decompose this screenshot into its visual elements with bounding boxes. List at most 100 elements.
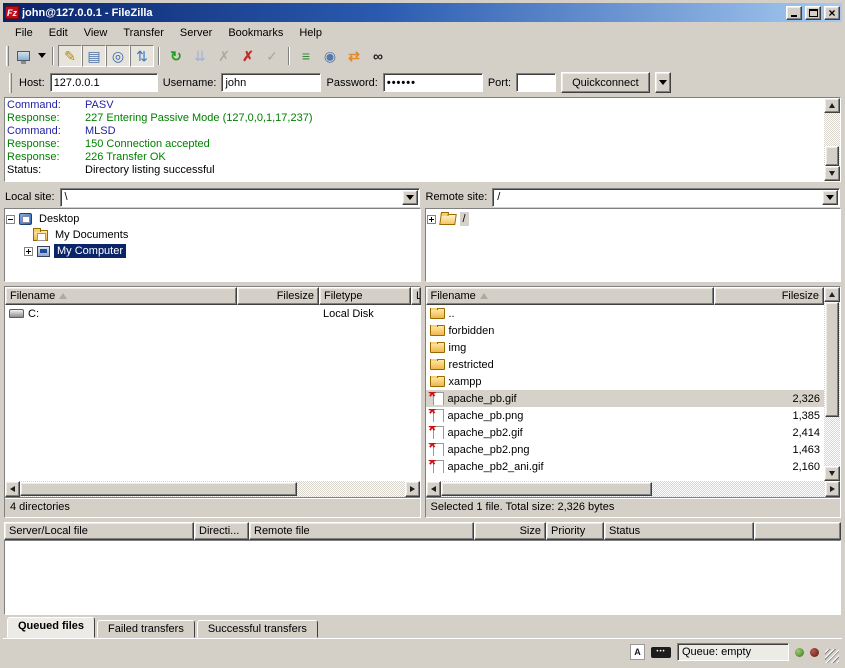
- tab-failed-transfers[interactable]: Failed transfers: [97, 620, 195, 638]
- refresh-button[interactable]: ↻: [164, 45, 188, 67]
- folder-icon: [430, 359, 445, 370]
- local-site-pane: Local site: \ Desktop My Documents: [4, 186, 421, 282]
- remote-row-forbidden[interactable]: forbidden: [426, 322, 825, 339]
- column-size[interactable]: Size: [474, 522, 546, 540]
- close-button[interactable]: ×: [824, 6, 840, 20]
- maximize-button[interactable]: [805, 6, 821, 20]
- password-input[interactable]: [383, 73, 483, 92]
- scroll-down-button[interactable]: [824, 466, 840, 481]
- reconnect-button[interactable]: ✓: [260, 45, 284, 67]
- close-icon: ×: [828, 8, 835, 18]
- local-site-path: \: [65, 191, 68, 203]
- scroll-down-button[interactable]: [824, 166, 840, 181]
- remote-row-xampp[interactable]: xampp: [426, 373, 825, 390]
- local-file-rows[interactable]: C: Local Disk: [5, 305, 420, 481]
- remote-status-text: Selected 1 file. Total size: 2,326 bytes: [426, 497, 841, 517]
- column-filesize[interactable]: Filesize: [714, 287, 825, 305]
- directory-filters-button[interactable]: ≡: [294, 45, 318, 67]
- transfer-type-icon[interactable]: A: [630, 644, 645, 660]
- menu-bookmarks[interactable]: Bookmarks: [220, 24, 291, 42]
- column-filetype[interactable]: Filetype: [319, 287, 411, 305]
- folder-icon: [430, 342, 445, 353]
- synchronized-browsing-button[interactable]: ⇄: [342, 45, 366, 67]
- toggle-message-log-button[interactable]: ✎: [58, 45, 82, 67]
- quickconnect-button[interactable]: Quickconnect: [561, 72, 650, 93]
- menu-edit[interactable]: Edit: [41, 24, 76, 42]
- minimize-button[interactable]: [786, 6, 802, 20]
- scroll-left-button[interactable]: [5, 481, 20, 497]
- message-log[interactable]: Command:PASV Response:227 Entering Passi…: [5, 98, 824, 181]
- scrollbar-thumb[interactable]: [20, 482, 297, 496]
- toggle-local-tree-button[interactable]: ▤: [82, 45, 106, 67]
- local-site-dropdown[interactable]: [402, 190, 418, 205]
- site-manager-dropdown[interactable]: [35, 45, 48, 67]
- local-horizontal-scrollbar[interactable]: [5, 481, 420, 497]
- tree-item-my-computer[interactable]: My Computer: [6, 243, 419, 259]
- queue-body[interactable]: [4, 540, 841, 615]
- column-filename[interactable]: Filename: [426, 287, 714, 305]
- tab-queued-files[interactable]: Queued files: [7, 617, 95, 638]
- directory-comparison-button[interactable]: ◉: [318, 45, 342, 67]
- tree-item-desktop[interactable]: Desktop: [6, 211, 419, 227]
- local-row-c-drive[interactable]: C: Local Disk: [5, 305, 420, 322]
- expand-icon[interactable]: [24, 247, 33, 256]
- title-bar[interactable]: Fz john@127.0.0.1 - FileZilla ×: [3, 3, 842, 22]
- menu-server[interactable]: Server: [172, 24, 220, 42]
- column-server-local-file[interactable]: Server/Local file: [4, 522, 194, 540]
- column-direction[interactable]: Directi...: [194, 522, 249, 540]
- speed-limit-icon[interactable]: •••: [651, 647, 671, 658]
- menu-transfer[interactable]: Transfer: [115, 24, 172, 42]
- column-priority[interactable]: Priority: [546, 522, 604, 540]
- cancel-operation-button[interactable]: ✗: [212, 45, 236, 67]
- menu-view[interactable]: View: [76, 24, 116, 42]
- remote-file-rows[interactable]: .. forbidden img restricted: [426, 305, 825, 481]
- scroll-right-button[interactable]: [405, 481, 420, 497]
- scrollbar-thumb[interactable]: [441, 482, 652, 496]
- remote-row-parent-dir[interactable]: ..: [426, 305, 825, 322]
- remote-row-img[interactable]: img: [426, 339, 825, 356]
- quickconnect-dropdown[interactable]: [655, 72, 671, 93]
- remote-site-combo[interactable]: /: [492, 188, 840, 207]
- remote-row-apache-pb2-png[interactable]: apache_pb2.png 1,463: [426, 441, 825, 458]
- collapse-icon[interactable]: [6, 215, 15, 224]
- remote-row-apache-pb2-gif[interactable]: apache_pb2.gif 2,414: [426, 424, 825, 441]
- remote-horizontal-scrollbar[interactable]: [426, 481, 841, 497]
- column-status[interactable]: Status: [604, 522, 754, 540]
- scrollbar-thumb[interactable]: [825, 146, 839, 166]
- remote-vertical-scrollbar[interactable]: [824, 287, 840, 481]
- menu-file[interactable]: File: [7, 24, 41, 42]
- process-queue-button[interactable]: ⇊: [188, 45, 212, 67]
- scroll-left-button[interactable]: [426, 481, 441, 497]
- expand-icon[interactable]: [427, 215, 436, 224]
- tree-item-my-documents[interactable]: My Documents: [6, 227, 419, 243]
- site-manager-button[interactable]: [11, 45, 35, 67]
- scroll-up-button[interactable]: [824, 287, 840, 302]
- scroll-right-button[interactable]: [825, 481, 840, 497]
- toggle-transfer-queue-button[interactable]: ⇅: [130, 45, 154, 67]
- resize-grip[interactable]: [825, 649, 839, 663]
- host-input[interactable]: [50, 73, 158, 92]
- tree-item-root[interactable]: /: [427, 211, 840, 227]
- username-input[interactable]: [221, 73, 321, 92]
- scrollbar-thumb[interactable]: [825, 302, 839, 417]
- port-input[interactable]: [516, 73, 556, 92]
- column-last-modified[interactable]: L: [411, 287, 421, 305]
- menu-help[interactable]: Help: [291, 24, 330, 42]
- tab-successful-transfers[interactable]: Successful transfers: [197, 620, 318, 638]
- find-files-button[interactable]: ∞: [366, 45, 390, 67]
- scroll-up-button[interactable]: [824, 98, 840, 113]
- log-scrollbar[interactable]: [824, 98, 840, 181]
- local-site-combo[interactable]: \: [60, 188, 420, 207]
- column-filename[interactable]: Filename: [5, 287, 237, 305]
- remote-row-apache-pb-png[interactable]: apache_pb.png 1,385: [426, 407, 825, 424]
- local-tree[interactable]: Desktop My Documents My Computer: [4, 208, 421, 282]
- column-remote-file[interactable]: Remote file: [249, 522, 474, 540]
- remote-site-dropdown[interactable]: [822, 190, 838, 205]
- column-filesize[interactable]: Filesize: [237, 287, 319, 305]
- remote-row-apache-pb-gif[interactable]: apache_pb.gif 2,326: [426, 390, 825, 407]
- remote-row-apache-pb2-ani-gif[interactable]: apache_pb2_ani.gif 2,160: [426, 458, 825, 475]
- remote-tree[interactable]: /: [425, 208, 842, 282]
- remote-row-restricted[interactable]: restricted: [426, 356, 825, 373]
- toggle-remote-tree-button[interactable]: ◎: [106, 45, 130, 67]
- disconnect-button[interactable]: ✗: [236, 45, 260, 67]
